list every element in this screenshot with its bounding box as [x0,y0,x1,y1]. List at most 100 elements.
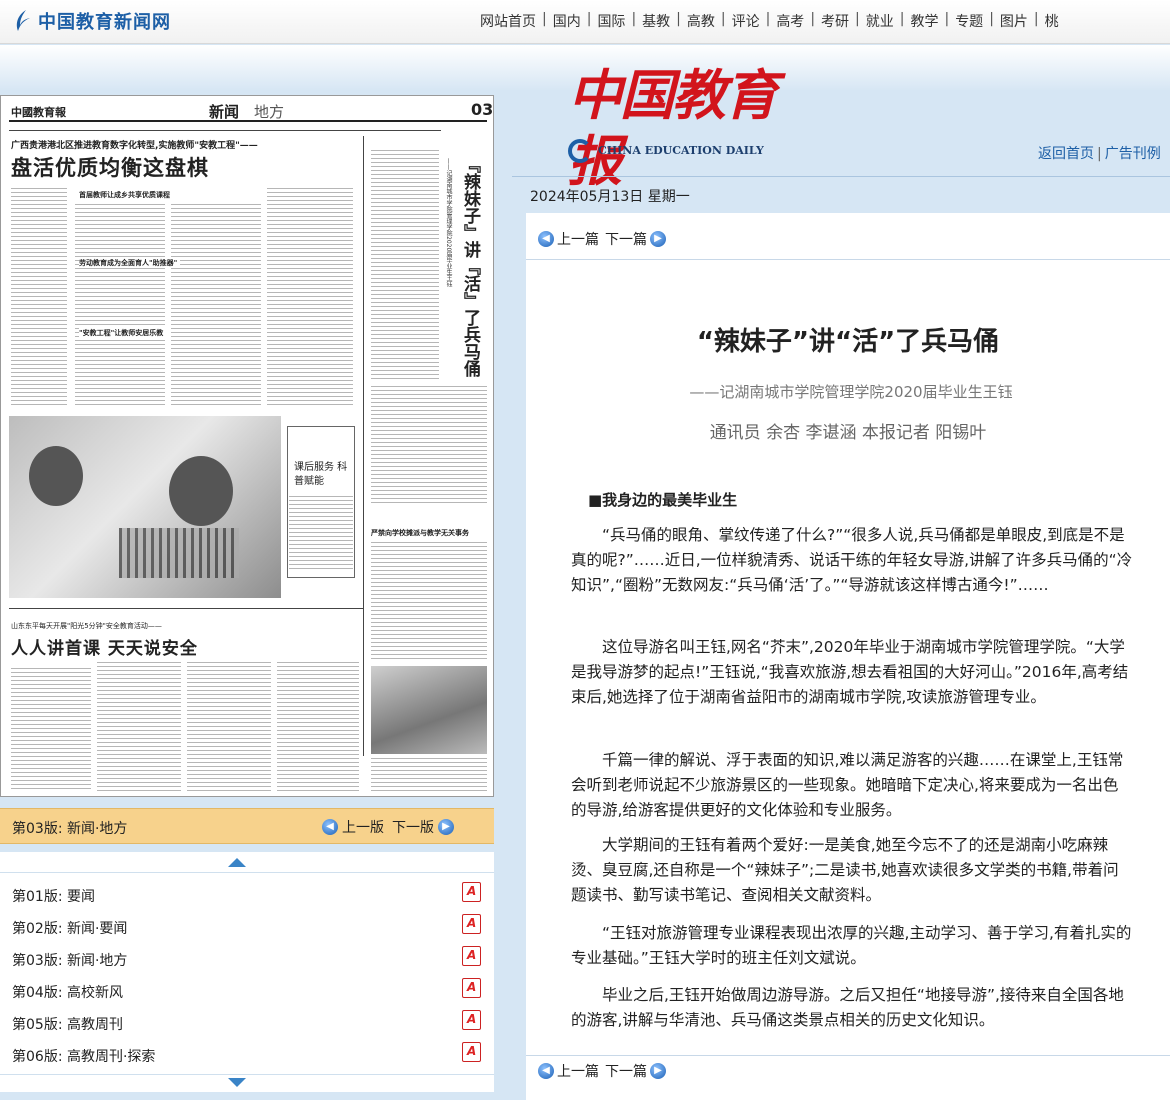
text-column [371,150,439,380]
photo-robot [119,528,239,578]
pdf-icon[interactable] [462,978,481,998]
text-column [277,662,359,792]
article-section-label: ■我身边的最美毕业生 [588,491,738,509]
page-list-label[interactable]: 第04版: 高校新风 [12,982,123,1002]
scroll-down-icon[interactable] [228,1078,246,1087]
nav-higher-education[interactable]: 高教 [681,11,721,31]
arrow-right-circle-icon[interactable]: ▶ [438,819,454,835]
text-column [267,188,353,408]
nav-basic-education[interactable]: 基教 [636,11,676,31]
page-list-label[interactable]: 第05版: 高教周刊 [12,1014,123,1034]
pdf-icon[interactable] [462,1042,481,1062]
article-subtitle: ——记湖南城市学院管理学院2020届毕业生王钰 [689,383,1013,401]
nav-tao[interactable]: 桃 [1039,11,1065,31]
text-column [371,386,487,506]
nav-special-topics[interactable]: 专题 [949,11,989,31]
next-page-link[interactable]: 下一版 [392,817,434,837]
scroll-up-icon[interactable] [228,858,246,867]
article-paragraph: 大学期间的王钰有着两个爱好:一是美食,她至今忘不了的还是湖南小吃麻辣烫、臭豆腐,… [571,836,1119,904]
masthead-title: 中国教育报 [568,63,778,193]
pdf-icon[interactable] [462,914,481,934]
page-list-item[interactable]: 第05版: 高教周刊 [0,1006,494,1038]
article-paragraph: 毕业之后,王钰开始做周边游导游。之后又担任“地接导游”,接待来自全国各地的游客,… [571,986,1124,1029]
divider [363,136,364,756]
nav-pictures[interactable]: 图片 [994,11,1034,31]
masthead-emblem-icon [568,139,592,163]
nav-teaching[interactable]: 教学 [904,11,944,31]
arrow-left-circle-icon[interactable]: ◀ [322,819,338,835]
nav-home[interactable]: 网站首页 [474,11,542,31]
nav-employment[interactable]: 就业 [860,11,900,31]
story4-headline: 人人讲首课 天天说安全 [11,639,198,659]
page-list-label[interactable]: 第06版: 高教周刊·探索 [12,1046,155,1066]
ad-rates-link[interactable]: 广告刊例 [1105,146,1161,162]
issue-date: 2024年05月13日 星期一 [530,189,690,205]
page-section-sub: 地方 [254,103,285,121]
article-paragraph: “王钰对旅游管理专业课程表现出浓厚的兴趣,主动学习、善于学习,有着扎实的专业基础… [571,924,1132,967]
text-column [289,496,353,572]
current-page-label: 第03版: 新闻·地方 [12,821,128,837]
pdf-icon[interactable] [462,1010,481,1030]
article-paragraph: “兵马俑的眼角、掌纹传递了什么?”“很多人说,兵马俑都是单眼皮,到底是不是真的呢… [571,526,1133,594]
article-nav-top: ◀ 上一篇 下一篇 ▶ [538,229,666,249]
article-panel: ◀ 上一篇 下一篇 ▶ “辣妹子”讲“活”了兵马俑 ——记湖南城市学院管理学院2… [526,213,1170,1100]
article-nav-bottom: ◀ 上一篇 下一篇 ▶ [538,1061,666,1081]
page-list-label[interactable]: 第01版: 要闻 [12,886,95,906]
nav-international[interactable]: 国际 [591,11,631,31]
divider [526,1055,1170,1056]
arrow-right-circle-icon[interactable]: ▶ [650,231,666,247]
text-column [171,204,261,406]
divider [512,176,1170,177]
text-column [371,542,487,660]
article-paragraph: 这位导游名叫王钰,网名“芥末”,2020年毕业于湖南城市学院管理学院。“大学是我… [571,638,1129,706]
main-nav: 网站首页 | 国内 | 国际 | 基教 | 高教 | 评论 | 高考 | 考研 | 就业 | 教学… [474,11,1065,31]
story-photo-class[interactable] [371,666,487,754]
divider [526,259,1170,260]
divider [0,1074,494,1075]
story1-subhead-1: 首届教师让成乡共享优质课程 [79,190,173,200]
page-nav: ◀ 上一版 下一版 ▶ [322,817,454,837]
logo-icon [16,10,30,31]
newspaper-masthead[interactable]: 中国教育报 CHINA EDUCATION DAILY [568,62,808,193]
article-title: “辣妹子”讲“活”了兵马俑 [696,327,1000,357]
nav-domestic[interactable]: 国内 [547,11,587,31]
nav-kaoyan[interactable]: 考研 [815,11,855,31]
page-list-label[interactable]: 第03版: 新闻·地方 [12,950,127,970]
story3-title: 严禁向学校摊派与教学无关事务 [371,528,472,538]
pdf-icon[interactable] [462,946,481,966]
arrow-left-circle-icon[interactable]: ◀ [538,231,554,247]
prev-article-link[interactable]: 上一篇 [557,1061,599,1081]
sidebar-box-title: 课后服务 科普赋能 [294,462,348,487]
article-paragraph: 千篇一律的解说、浮于表面的知识,难以满足游客的兴趣……在课堂上,王钰常会听到老师… [571,751,1124,819]
site-logo[interactable]: 中国教育新闻网 [12,8,171,34]
page-list: 第01版: 要闻 第02版: 新闻·要闻 第03版: 新闻·地方 第04版: 高… [0,852,494,1092]
story-photo-robotics[interactable] [9,416,281,598]
story1-kicker: 广西贵港港北区推进教育数字化转型,实施教师"安教工程"—— [11,141,258,151]
prev-page-link[interactable]: 上一版 [342,817,384,837]
story1-headline: 盘活优质均衡这盘棋 [11,156,209,180]
next-article-link[interactable]: 下一篇 [605,229,647,249]
nav-commentary[interactable]: 评论 [726,11,766,31]
divider [9,130,441,131]
story2-vertical-title: 『辣妹子』讲『活』了兵马俑 [460,156,480,377]
arrow-left-circle-icon[interactable]: ◀ [538,1063,554,1079]
page-list-item[interactable]: 第06版: 高教周刊·探索 [0,1038,494,1070]
home-link[interactable]: 返回首页 [1038,146,1094,162]
page-list-label[interactable]: 第02版: 新闻·要闻 [12,918,127,938]
divider [9,608,363,609]
page-list-item[interactable]: 第03版: 新闻·地方 [0,942,494,974]
text-column [97,662,181,792]
next-article-link[interactable]: 下一篇 [605,1061,647,1081]
site-header: 中国教育新闻网 网站首页 | 国内 | 国际 | 基教 | 高教 | 评论 | 高考 | 考研… [0,0,1170,44]
newspaper-page-image[interactable]: 中國教育報 新闻 地方 03 广西贵港港北区推进教育数字化转型,实施教师"安教工… [0,95,494,797]
prev-article-link[interactable]: 上一篇 [557,229,599,249]
arrow-right-circle-icon[interactable]: ▶ [650,1063,666,1079]
pdf-icon[interactable] [462,882,481,902]
page-list-item[interactable]: 第04版: 高校新风 [0,974,494,1006]
page-list-item[interactable]: 第02版: 新闻·要闻 [0,910,494,942]
story4-kicker: 山东东平每天开展"阳光5分钟"安全教育活动—— [11,622,162,630]
text-column [371,758,487,792]
page-list-item[interactable]: 第01版: 要闻 [0,878,494,910]
nav-gaokao[interactable]: 高考 [770,11,810,31]
story1-subhead-2: 劳动教育成为全面育人"助推器" [79,258,181,268]
